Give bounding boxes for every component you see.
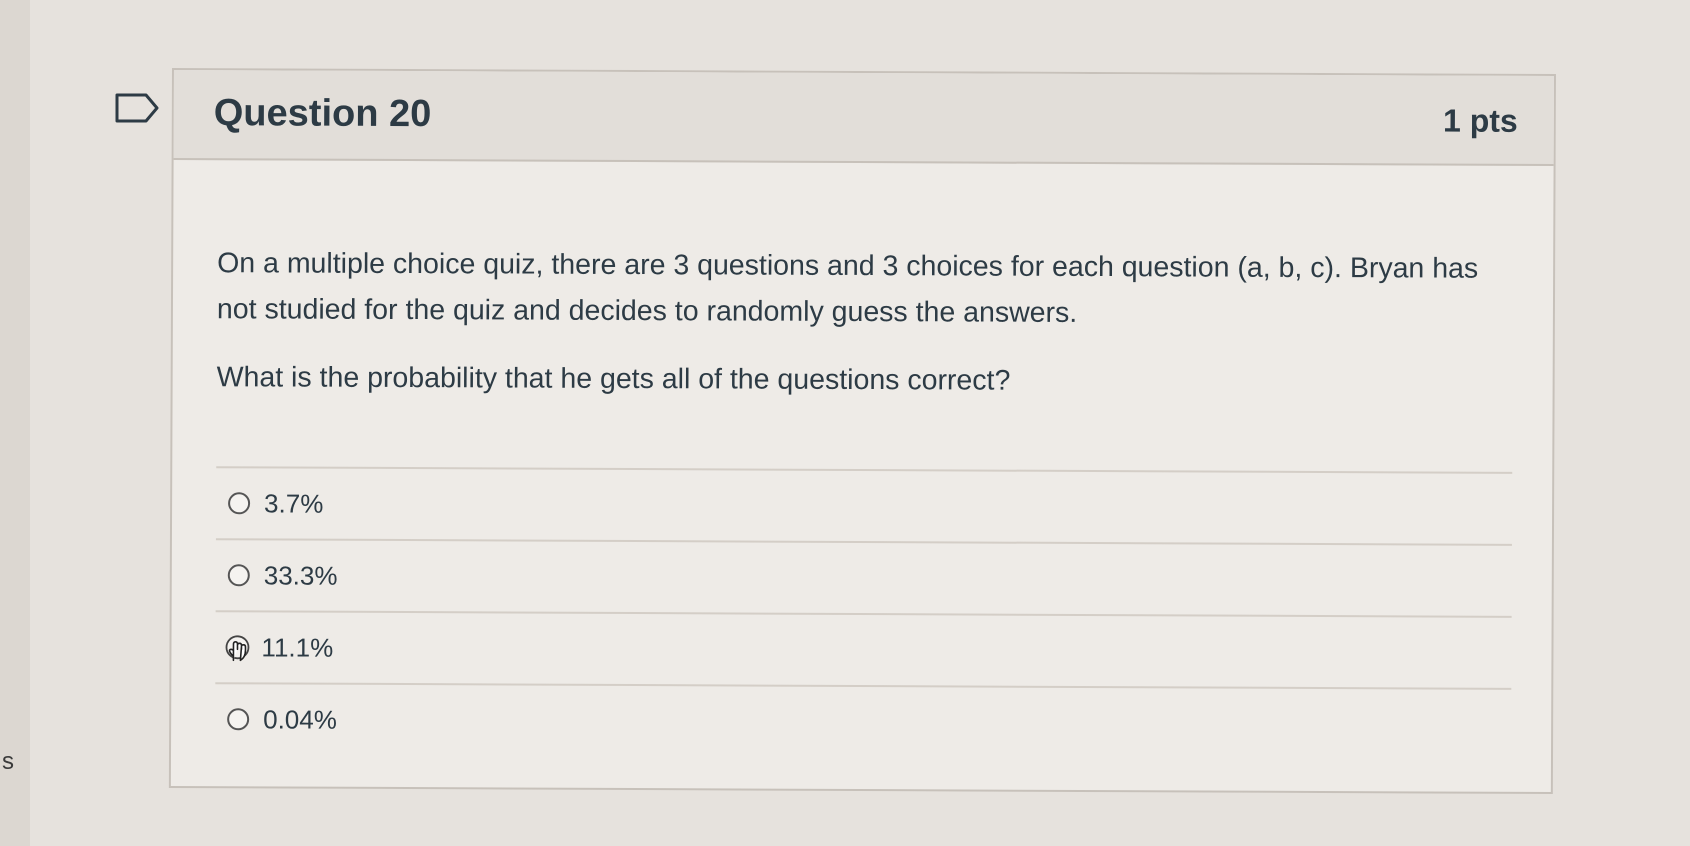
answer-option-1[interactable]: 3.7%	[215, 468, 1513, 546]
radio-button-icon[interactable]	[228, 492, 251, 515]
flag-question-icon[interactable]	[114, 92, 160, 124]
answer-option-3[interactable]: 11.1%	[215, 612, 1512, 690]
question-card: Question 20 1 pts On a multiple choice q…	[168, 68, 1556, 795]
answer-list: 3.7% 33.3% 11.1% 0.04%	[215, 466, 1513, 760]
left-edge-text-fragment: s	[2, 748, 14, 775]
question-header: Question 20 1 pts	[173, 70, 1554, 167]
answer-label: 3.7%	[264, 487, 324, 519]
left-edge-panel	[0, 0, 30, 846]
question-body: On a multiple choice quiz, there are 3 q…	[216, 240, 1517, 428]
radio-button-icon[interactable]	[227, 564, 250, 587]
question-text-paragraph: On a multiple choice quiz, there are 3 q…	[216, 247, 1479, 329]
answer-label: 33.3%	[263, 559, 338, 591]
question-title: Question 20	[213, 92, 432, 136]
answer-option-2[interactable]: 33.3%	[215, 540, 1512, 618]
question-prompt: What is the probability that he gets all…	[216, 361, 1011, 397]
answer-option-4[interactable]: 0.04%	[215, 684, 1511, 760]
answer-label: 0.04%	[263, 703, 337, 735]
question-points: 1 pts	[1443, 102, 1518, 139]
answer-label: 11.1%	[261, 631, 334, 663]
hand-pointer-cursor-icon	[225, 635, 250, 662]
radio-button-icon[interactable]	[227, 708, 250, 731]
